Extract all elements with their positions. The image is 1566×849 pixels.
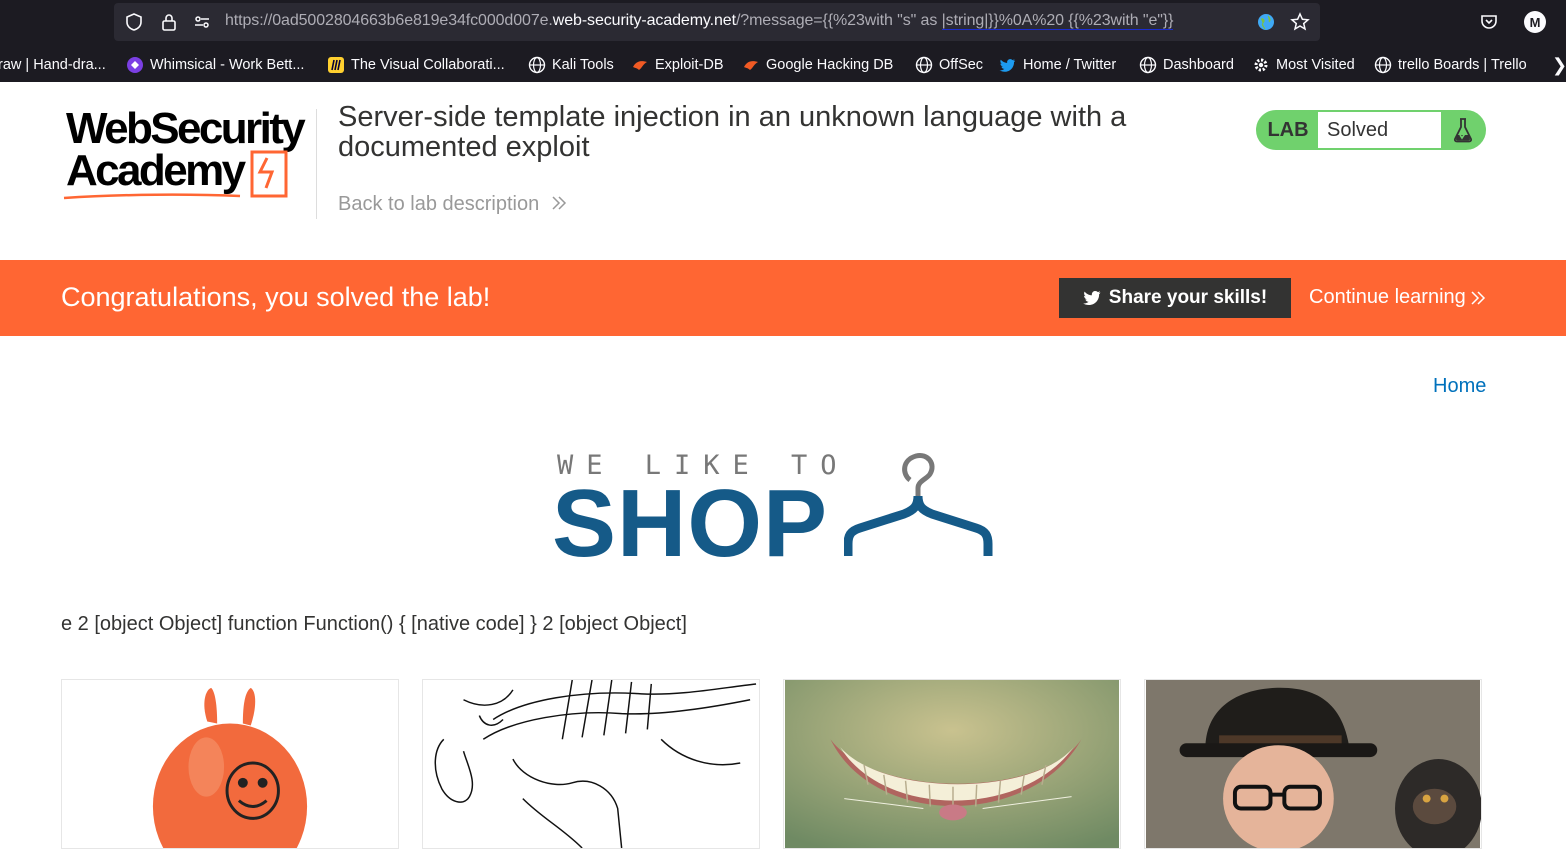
globe-icon [915,56,933,74]
twitter-icon [999,59,1016,72]
globe-icon [1374,56,1392,74]
header-divider [316,109,317,219]
bookmark-item[interactable]: Dashboard [1139,54,1234,76]
twitter-icon [1082,290,1101,305]
profile-avatar[interactable]: M [1524,11,1546,33]
lab-status-text: Solved [1318,112,1441,148]
double-chevron-right-icon [1471,290,1485,305]
hanger-icon [844,453,993,556]
continue-learning-link[interactable]: Continue learning [1309,286,1486,309]
cheshire-grin-image [784,680,1120,848]
share-skills-button[interactable]: Share your skills! [1059,278,1291,318]
back-to-lab-description-link[interactable]: Back to lab description [338,193,567,216]
miro-icon [328,57,344,73]
academy-header: WebSecurity Academy Server-side template… [0,82,1566,260]
bookmark-item[interactable]: Google Hacking DB [742,54,893,76]
shop-name: SHOP [552,470,829,577]
web-security-academy-logo[interactable]: WebSecurity Academy [62,106,314,202]
bookmark-item[interactable]: Exploit-DB [631,54,724,76]
bookmark-item[interactable]: OffSec [915,54,983,76]
product-card[interactable] [783,679,1121,849]
lab-badge: LAB [1267,118,1309,141]
exploitdb-icon [744,61,758,70]
solved-notification-banner: Congratulations, you solved the lab! Sha… [0,260,1566,336]
product-card[interactable] [422,679,760,849]
double-chevron-right-icon [552,196,566,210]
lock-icon[interactable] [159,12,179,32]
home-link[interactable]: Home [1433,375,1486,398]
bookmark-item[interactable]: trello Boards | Trello [1374,54,1527,76]
bookmarks-overflow-icon[interactable]: ❯ [1552,54,1566,76]
browser-chrome: https://0ad5002804663b6e819e34fc000d007e… [0,0,1566,82]
lab-status-widget: LAB Solved [1256,110,1486,150]
gear-icon [1254,58,1268,72]
product-card[interactable] [1144,679,1482,849]
bookmark-item[interactable]: Kali Tools [528,54,614,76]
man-with-monkey-image [1145,680,1481,848]
address-bar[interactable]: https://0ad5002804663b6e819e34fc000d007e… [114,3,1320,41]
bookmark-item[interactable]: raw | Hand-dra... [0,54,106,76]
exploitdb-icon [633,61,647,70]
globe-icon [528,56,546,74]
url-text[interactable]: https://0ad5002804663b6e819e34fc000d007e… [225,12,1255,30]
sketch-drawing-image [423,680,759,848]
bookmark-item[interactable]: Home / Twitter [999,54,1116,76]
logo-lightning-icon [63,150,288,200]
product-card[interactable] [61,679,399,849]
whimsical-icon [127,57,143,73]
globe-icon [1258,14,1274,30]
globe-icon [1139,56,1157,74]
bookmark-item[interactable]: The Visual Collaborati... [327,54,505,76]
bookmark-item[interactable]: Whimsical - Work Bett... [126,54,304,76]
flask-icon-container [1441,112,1484,148]
shield-icon[interactable] [124,12,144,32]
lab-title: Server-side template injection in an unk… [338,101,1127,163]
space-hopper-image [62,680,398,848]
bookmark-item[interactable]: Most Visited [1252,54,1355,76]
shop-logo: WE LIKE TO SHOP [552,450,994,572]
congratulations-message: Congratulations, you solved the lab! [61,282,491,312]
permissions-icon[interactable] [192,12,212,32]
template-output-message: e 2 [object Object] function Function() … [61,613,687,635]
flask-icon [1453,118,1472,143]
pocket-icon[interactable] [1479,12,1499,32]
bookmark-star-icon[interactable] [1290,12,1310,32]
bookmarks-toolbar: raw | Hand-dra... Whimsical - Work Bett.… [0,50,1566,80]
